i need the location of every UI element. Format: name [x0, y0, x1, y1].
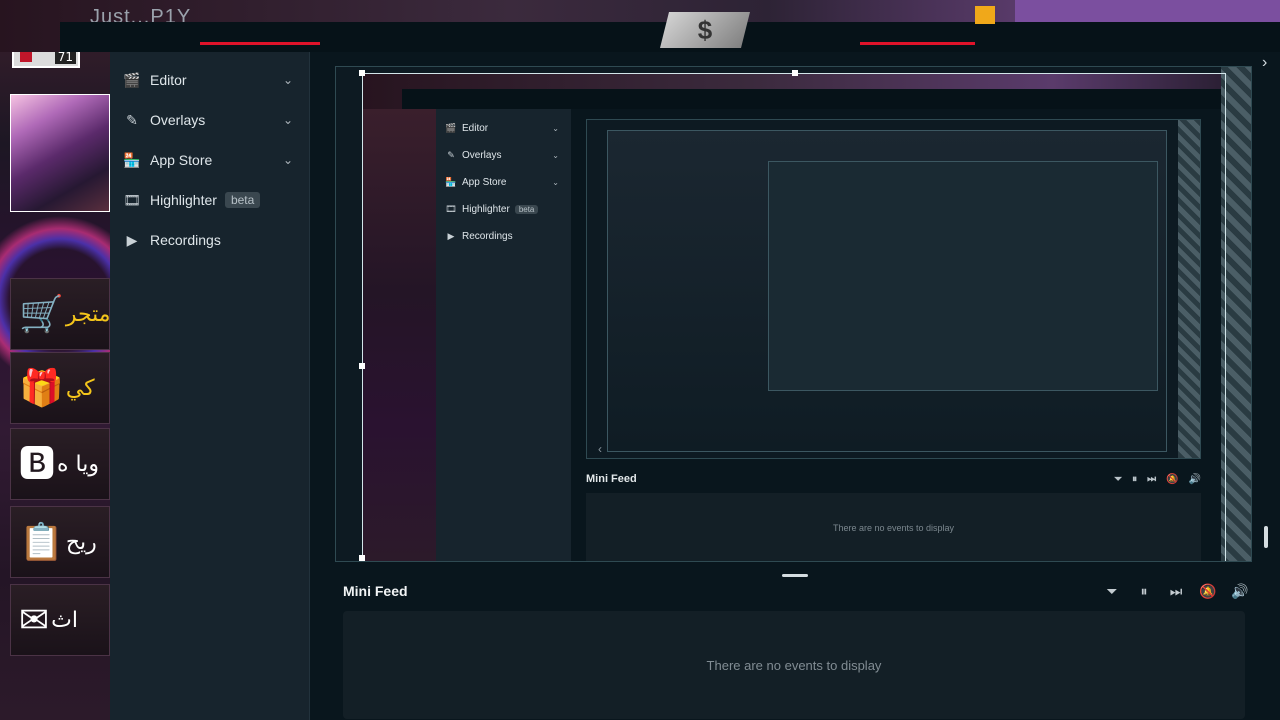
filter-icon[interactable]: ⏷ — [1104, 583, 1120, 599]
tile-label: ريح — [65, 529, 97, 555]
tile-icon: 🅱 — [19, 443, 56, 484]
source-selection-box[interactable] — [362, 73, 1226, 561]
gift-icon — [975, 6, 995, 24]
overlay-banner — [1015, 0, 1280, 22]
mini-feed-title: Mini Feed — [343, 583, 408, 599]
mini-feed-toolbar: ⏷ ⏸ ⏭ 🔕 🔊 — [1104, 583, 1248, 599]
mute-notifications-icon[interactable]: 🔕 — [1199, 583, 1216, 599]
resize-handle[interactable] — [359, 363, 365, 369]
sidebar-item-editor[interactable]: 🎬 Editor ⌄ — [110, 60, 309, 100]
sidebar: 🎬 Editor ⌄ ✎ Overlays ⌄ 🏪 App Store ⌄ 🎞 Highlighte… — [110, 52, 317, 720]
overlays-icon: ✎ — [126, 111, 138, 128]
editor-preview[interactable]: 🎬 Editor ⌄ ✎ Overlays ⌄ 🏪 App Store ⌄ 🎞 Highlighte… — [335, 66, 1252, 562]
stream-overlay-background: 71 🛒 متجر 🎁 كي 🅱 ويا ه 📋 ريح ✉ اث — [0, 0, 110, 720]
beta-badge: beta — [224, 192, 261, 208]
accent-line — [860, 42, 975, 45]
tile-icon: 🛒 — [19, 293, 64, 334]
highlighter-icon: 🎞 — [123, 191, 141, 208]
resize-handle[interactable] — [359, 555, 365, 561]
pause-icon[interactable]: ⏸ — [1136, 583, 1152, 599]
sidebar-item-label: App Store — [150, 152, 213, 168]
scrollbar[interactable] — [1264, 526, 1268, 548]
chevron-down-icon[interactable]: ⌄ — [283, 113, 293, 127]
editor-icon: 🎬 — [123, 71, 141, 88]
character-artwork — [10, 94, 110, 212]
accent-line — [200, 42, 320, 45]
sidebar-item-label: Editor — [150, 72, 187, 88]
tile-icon: 🎁 — [19, 367, 64, 408]
main-area: 🎬 Editor ⌄ ✎ Overlays ⌄ 🏪 App Store ⌄ 🎞 Highlighte… — [310, 52, 1280, 720]
overlay-menu-tile: 🎁 كي — [10, 352, 110, 424]
sidebar-item-label: Overlays — [150, 112, 206, 128]
chevron-right-icon[interactable]: › — [1262, 54, 1267, 72]
overlay-top-bar: Just...P1Y $ — [0, 0, 1280, 52]
heart-icon — [20, 52, 32, 62]
mini-feed-header: Mini Feed ⏷ ⏸ ⏭ 🔕 🔊 — [343, 578, 1249, 604]
sidebar-item-overlays[interactable]: ✎ Overlays ⌄ — [110, 100, 309, 140]
sidebar-item-label: Highlighter — [150, 192, 217, 208]
tile-label: متجر — [65, 301, 110, 327]
sidebar-item-highlighter[interactable]: 🎞 Highlighter beta — [110, 180, 309, 220]
level-badge: 71 — [54, 50, 76, 64]
chevron-down-icon[interactable]: ⌄ — [283, 153, 293, 167]
resize-handle[interactable] — [792, 70, 798, 76]
channel-logo-badge: $ — [660, 12, 750, 48]
volume-icon[interactable]: 🔊 — [1231, 583, 1248, 599]
mini-feed-empty-text: There are no events to display — [706, 657, 882, 673]
tile-label: كي — [65, 375, 95, 401]
sidebar-item-app-store[interactable]: 🏪 App Store ⌄ — [110, 140, 309, 180]
tile-icon: 📋 — [19, 521, 64, 562]
sidebar-item-recordings[interactable]: ▶ Recordings — [110, 220, 309, 260]
sidebar-item-label: Recordings — [150, 232, 221, 248]
resize-feed-handle[interactable] — [782, 574, 808, 577]
skip-icon[interactable]: ⏭ — [1168, 583, 1184, 599]
overlay-menu-tile: 🅱 ويا ه — [10, 428, 110, 500]
overlay-menu-tile: 📋 ريح — [10, 506, 110, 578]
tile-icon: ✉ — [19, 599, 50, 640]
overlay-menu-tile: ✉ اث — [10, 584, 110, 656]
overlay-menu-tile: 🛒 متجر — [10, 278, 110, 350]
resize-handle[interactable] — [359, 70, 365, 76]
mini-feed-body: There are no events to display — [343, 611, 1245, 719]
recordings-icon: ▶ — [126, 231, 138, 248]
app-store-icon: 🏪 — [123, 151, 141, 168]
tile-label: ويا ه — [57, 451, 99, 477]
chevron-down-icon[interactable]: ⌄ — [283, 73, 293, 87]
tile-label: اث — [51, 607, 78, 633]
